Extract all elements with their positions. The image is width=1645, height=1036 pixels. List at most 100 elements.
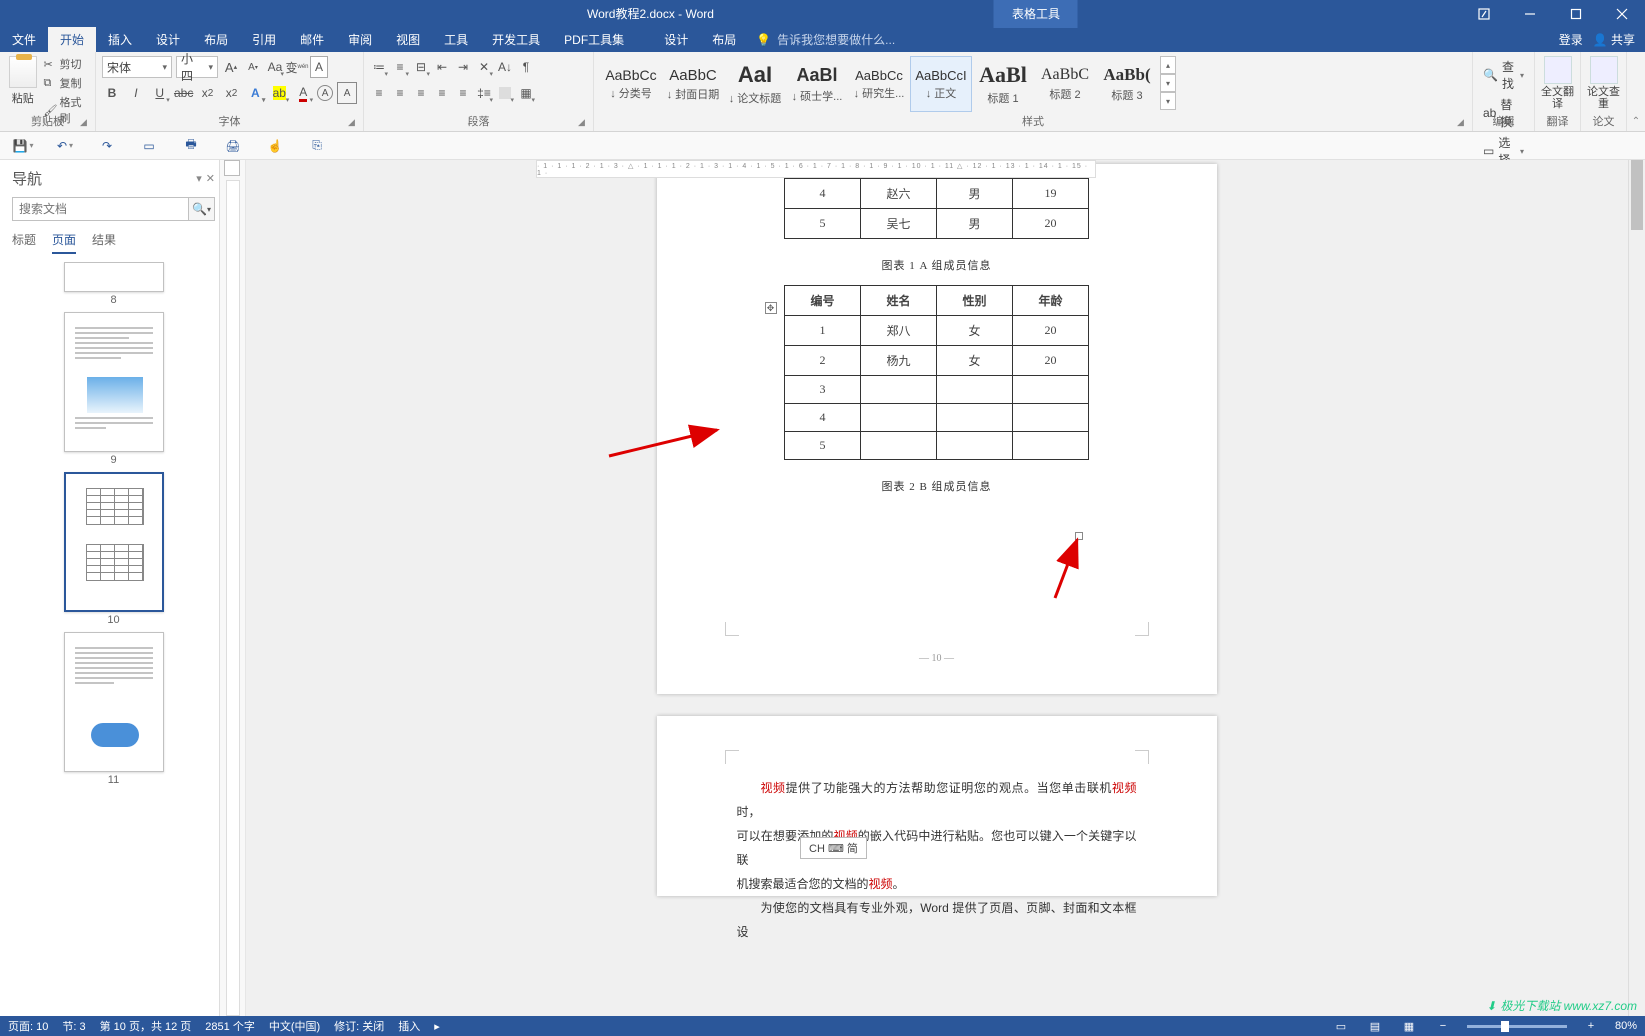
increase-indent-button[interactable]: ⇥ <box>454 56 472 78</box>
ribbon-display-options-icon[interactable] <box>1461 0 1507 27</box>
show-marks-button[interactable]: ¶ <box>517 56 535 78</box>
thumb-page-8[interactable]: 8 <box>64 262 164 306</box>
maximize-icon[interactable] <box>1553 0 1599 27</box>
table-cell[interactable]: 1 <box>785 316 861 346</box>
numbering-button[interactable]: ≡▾ <box>391 56 409 78</box>
new-doc-button[interactable]: ▭ <box>140 137 158 155</box>
nav-search[interactable]: 🔍▾ <box>12 197 215 221</box>
print-button[interactable]: 🖨 <box>224 137 242 155</box>
table-cell[interactable]: 5 <box>785 209 861 239</box>
tab-pdf[interactable]: PDF工具集 <box>552 27 636 52</box>
close-icon[interactable] <box>1599 0 1645 27</box>
chevron-down-icon[interactable]: ▾ <box>204 62 213 73</box>
view-print-layout[interactable]: ▤ <box>1365 1018 1385 1034</box>
style-expand[interactable]: ▾ <box>1160 92 1176 110</box>
table-cell[interactable]: 19 <box>1013 179 1089 209</box>
undo-button[interactable]: ↶▾ <box>56 137 74 155</box>
decrease-indent-button[interactable]: ⇤ <box>433 56 451 78</box>
table-header-cell[interactable]: 编号 <box>785 286 861 316</box>
font-size-combo[interactable]: 小四▾ <box>176 56 218 78</box>
table-cell[interactable]: 女 <box>937 316 1013 346</box>
bullets-button[interactable]: ≔▾ <box>370 56 388 78</box>
nav-tab-pages[interactable]: 页面 <box>52 231 76 254</box>
font-dialog-launcher[interactable]: ◢ <box>348 117 360 129</box>
nav-tab-results[interactable]: 结果 <box>92 231 116 254</box>
italic-button[interactable]: I <box>126 82 146 104</box>
tab-mailings[interactable]: 邮件 <box>288 27 336 52</box>
table-cell[interactable]: 4 <box>785 179 861 209</box>
table-b[interactable]: 编号姓名性别年龄 1郑八女202杨九女20345 <box>784 285 1089 460</box>
thesis-check-button[interactable]: 论文查重 <box>1587 56 1620 110</box>
tab-view[interactable]: 视图 <box>384 27 432 52</box>
table-move-handle[interactable]: ✥ <box>765 302 777 314</box>
table-cell[interactable] <box>861 432 937 460</box>
style-item[interactable]: AaBl↓ 硕士学... <box>786 56 848 112</box>
zoom-slider[interactable] <box>1467 1025 1567 1028</box>
font-name-combo[interactable]: 宋体▾ <box>102 56 172 78</box>
copy-button[interactable]: ⧉复制 <box>43 75 89 91</box>
multilevel-list-button[interactable]: ⊟▾ <box>412 56 430 78</box>
style-scroll-down[interactable]: ▾ <box>1160 74 1176 92</box>
find-button[interactable]: 🔍查找▾ <box>1479 56 1528 94</box>
table-cell[interactable]: 3 <box>785 376 861 404</box>
table-cell[interactable]: 赵六 <box>861 179 937 209</box>
thumb-page-11[interactable]: 11 <box>64 632 164 786</box>
cut-button[interactable]: ✂剪切 <box>43 56 89 72</box>
collapse-ribbon-icon[interactable]: ⌃ <box>1627 52 1645 131</box>
zoom-level[interactable]: 80% <box>1615 1020 1637 1032</box>
table-cell[interactable] <box>861 404 937 432</box>
table-cell[interactable] <box>937 404 1013 432</box>
ruler-vertical[interactable] <box>220 160 246 1016</box>
status-macro-icon[interactable]: ▸ <box>434 1020 440 1033</box>
page-10[interactable]: 4赵六男195吴七男20 图表 1 A 组成员信息 ✥ 编号姓名性别年龄 1郑八… <box>657 164 1217 694</box>
tab-design[interactable]: 设计 <box>144 27 192 52</box>
clear-formatting-button[interactable]: A <box>310 56 328 78</box>
style-item[interactable]: AaBbC标题 2 <box>1034 56 1096 112</box>
tab-review[interactable]: 审阅 <box>336 27 384 52</box>
strikethrough-button[interactable]: abc <box>174 82 194 104</box>
table-cell[interactable]: 郑八 <box>861 316 937 346</box>
align-right-button[interactable]: ≡ <box>412 82 430 104</box>
style-scroll-up[interactable]: ▴ <box>1160 56 1176 74</box>
tab-insert[interactable]: 插入 <box>96 27 144 52</box>
table-cell[interactable] <box>1013 376 1089 404</box>
tab-tools[interactable]: 工具 <box>432 27 480 52</box>
tab-file[interactable]: 文件 <box>0 27 48 52</box>
table-cell[interactable] <box>937 432 1013 460</box>
enclose-characters-button[interactable]: A <box>317 85 333 101</box>
zoom-out-button[interactable]: − <box>1433 1018 1453 1034</box>
table-cell[interactable]: 男 <box>937 209 1013 239</box>
status-language[interactable]: 中文(中国) <box>269 1018 320 1034</box>
nav-close-icon[interactable]: ✕ <box>206 172 215 185</box>
tell-me-search[interactable]: 💡 告诉我您想要做什么... <box>748 27 1558 52</box>
align-center-button[interactable]: ≡ <box>391 82 409 104</box>
ruler-horizontal[interactable]: · 1 · 1 · 1 · 2 · 1 · 3 · △ · 1 · 1 · 1 … <box>536 160 1096 178</box>
asian-layout-button[interactable]: ✕▾ <box>475 56 493 78</box>
thumb-page-10[interactable]: 10 <box>64 472 164 626</box>
scrollbar-vertical[interactable] <box>1628 160 1645 1016</box>
grow-font-button[interactable]: A▴ <box>222 56 240 78</box>
nav-tab-headings[interactable]: 标题 <box>12 231 36 254</box>
minimize-icon[interactable] <box>1507 0 1553 27</box>
align-distribute-button[interactable]: ≡ <box>454 82 472 104</box>
bold-button[interactable]: B <box>102 82 122 104</box>
login-link[interactable]: 登录 <box>1559 31 1583 48</box>
character-border-button[interactable]: A <box>337 82 357 104</box>
table-cell[interactable]: 4 <box>785 404 861 432</box>
phonetic-guide-button[interactable]: 变wén <box>288 56 306 78</box>
customize-qat-button[interactable]: ⎘ <box>308 137 326 155</box>
style-item[interactable]: AaBl标题 1 <box>972 56 1034 112</box>
table-cell[interactable]: 女 <box>937 346 1013 376</box>
table-cell[interactable]: 杨九 <box>861 346 937 376</box>
status-word-count[interactable]: 2851 个字 <box>205 1018 255 1034</box>
style-item[interactable]: AaBbCcI↓ 正文 <box>910 56 972 112</box>
tab-home[interactable]: 开始 <box>48 27 96 52</box>
share-button[interactable]: 👤 共享 <box>1593 31 1635 48</box>
table-cell[interactable]: 2 <box>785 346 861 376</box>
status-page[interactable]: 页面: 10 <box>8 1018 48 1034</box>
change-case-button[interactable]: Aa▾ <box>266 56 284 78</box>
table-cell[interactable] <box>1013 432 1089 460</box>
status-insert-mode[interactable]: 插入 <box>398 1018 420 1034</box>
table-cell[interactable] <box>861 376 937 404</box>
clipboard-dialog-launcher[interactable]: ◢ <box>80 117 92 129</box>
